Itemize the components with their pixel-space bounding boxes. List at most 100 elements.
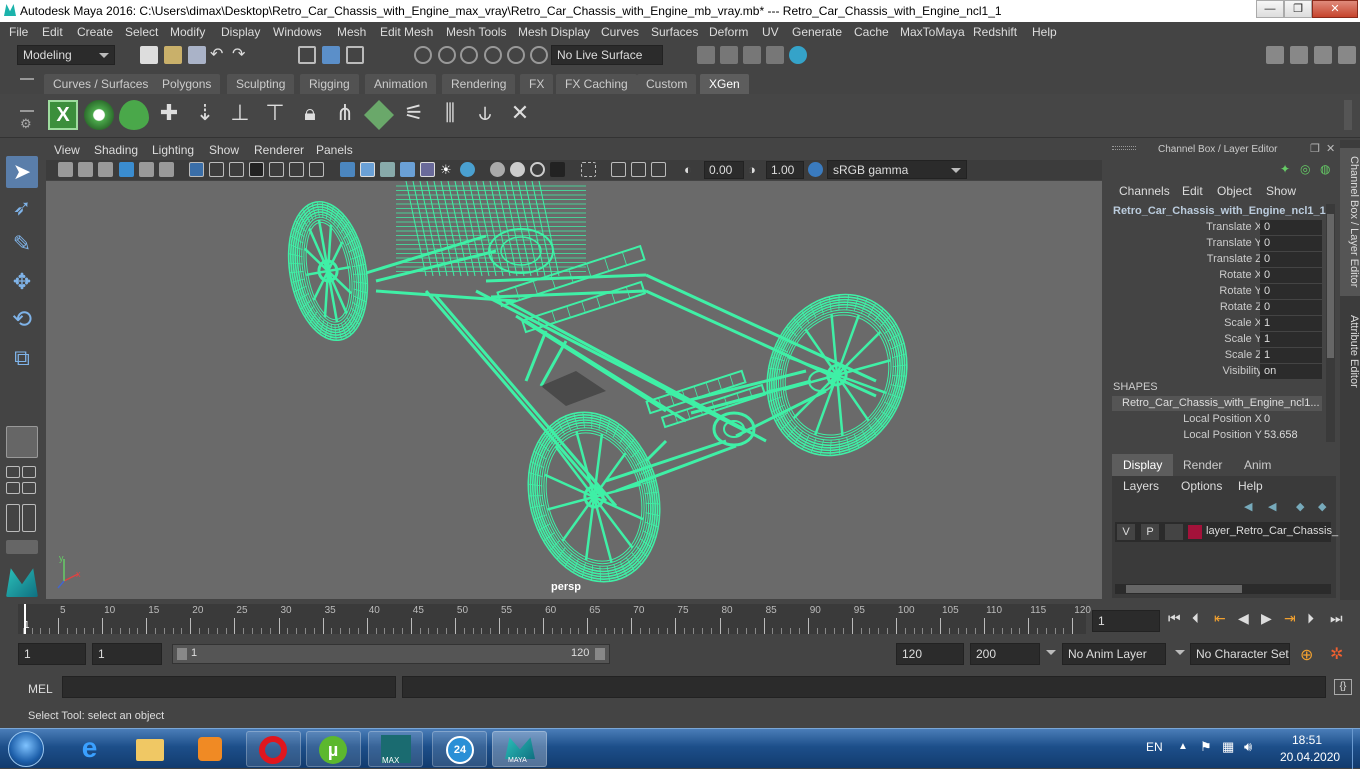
render-frame-icon[interactable] [720,46,738,64]
volume-icon[interactable]: 🔊︎ [1244,739,1252,755]
camera-attributes-icon[interactable] [78,162,93,177]
live-surface-field[interactable]: No Live Surface [551,45,663,65]
language-indicator[interactable]: EN [1146,740,1163,754]
menu-windows[interactable]: Windows [273,25,322,39]
xgen-clumping-icon[interactable]: ⫝ [470,100,500,130]
film-gate-icon[interactable] [209,162,224,177]
close-button[interactable]: ✕ [1312,0,1358,18]
bookmark-icon[interactable] [98,162,113,177]
snap-curve-icon[interactable] [438,46,456,64]
textured-icon[interactable] [400,162,415,177]
ipr-render-icon[interactable] [743,46,761,64]
toggle-attribute-editor-icon[interactable] [1290,46,1308,64]
isolate-select-icon[interactable] [581,162,596,177]
attr-value[interactable]: 0 [1260,220,1322,235]
menu-mesh-display[interactable]: Mesh Display [518,25,590,39]
layer-row[interactable]: V P layer_Retro_Car_Chassis_ [1115,522,1338,542]
command-input[interactable] [62,676,396,698]
viewport-menu-view[interactable]: View [54,143,80,157]
attr-value[interactable]: 0 [1260,412,1322,427]
menu-select[interactable]: Select [125,25,158,39]
smooth-shade-icon[interactable] [360,162,375,177]
layers-menu[interactable]: Layers [1123,479,1159,493]
xgen-select-guide-icon[interactable]: ⊤ [260,100,290,130]
mode-dropdown[interactable]: Modeling [17,45,115,65]
character-set-dropdown[interactable]: No Character Set [1190,643,1290,665]
attr-translate-x[interactable]: Translate X0 [1104,220,1326,236]
menu-generate[interactable]: Generate [792,25,842,39]
go-to-end-icon[interactable]: ⏭ [1330,610,1350,630]
hypershade-icon[interactable] [789,46,807,64]
field-chart-icon[interactable] [269,162,284,177]
layer-display-type-toggle[interactable] [1165,524,1183,540]
snap-surface-icon[interactable] [507,46,525,64]
safe-action-icon[interactable] [289,162,304,177]
two-d-pan-zoom-icon[interactable] [139,162,154,177]
resolution-gate-icon[interactable] [229,162,244,177]
step-back-icon[interactable]: ⏴ [1192,610,1212,630]
redo-icon[interactable]: ↷ [232,46,250,64]
grease-pencil-icon[interactable] [159,162,174,177]
clock-time[interactable]: 18:51 [1292,733,1322,747]
menu-maxtomaya[interactable]: MaxToMaya [900,25,965,39]
safe-title-icon[interactable] [309,162,324,177]
shelf-tab-sculpting[interactable]: Sculpting [227,74,295,94]
anim-layer-chevron-icon[interactable] [1046,650,1056,655]
attr-visibility[interactable]: Visibility on [1104,364,1326,380]
float-panel-icon[interactable]: ❐ [1310,142,1320,155]
scale-tool-icon[interactable]: ⧉ [6,342,38,374]
exposure-field[interactable]: 0.00 [704,161,744,179]
menu-mesh[interactable]: Mesh [337,25,366,39]
attr-scale-y[interactable]: Scale Y1 [1104,332,1326,348]
attr-value[interactable]: 1 [1260,316,1322,331]
xgen-window-icon[interactable]: X [48,100,78,130]
attr-value[interactable]: 0 [1260,252,1322,267]
close-panel-icon[interactable]: ✕ [1326,142,1335,155]
single-pane-layout-icon[interactable] [6,426,38,458]
shelf-options-icon[interactable] [20,78,34,80]
action-center-icon[interactable]: ⚑ [1200,739,1212,755]
playback-end-field[interactable]: 120 [896,643,964,665]
character-set-chevron-icon[interactable] [1175,650,1185,655]
save-scene-icon[interactable] [188,46,206,64]
go-to-start-icon[interactable]: ⏮ [1168,610,1188,630]
menu-edit[interactable]: Edit [42,25,63,39]
image-plane-icon[interactable] [119,162,134,177]
viewport-menu-shading[interactable]: Shading [94,143,138,157]
exposure-icon[interactable]: ◐ [684,162,699,177]
utorrent-icon[interactable]: µ [306,731,361,767]
xgen-move-guide-icon[interactable]: ⇣ [190,100,220,130]
menu-curves[interactable]: Curves [601,25,639,39]
select-tool-icon[interactable]: ➤ [6,156,38,188]
channels-menu[interactable]: Channels [1119,184,1170,198]
anti-aliasing-icon[interactable] [530,162,545,177]
rotate-tool-icon[interactable]: ⟲ [6,304,38,336]
start-button[interactable] [8,731,44,767]
perspective-viewport[interactable]: x y persp [46,181,1102,599]
move-tool-icon[interactable]: ✥ [6,266,38,298]
internet-explorer-icon[interactable]: e [62,731,117,767]
move-layer-down-icon[interactable]: ◀ [1268,500,1276,513]
end-time-field[interactable]: 200 [970,643,1040,665]
attr-local-position-x[interactable]: Local Position X0 [1104,412,1326,428]
color-space-dropdown[interactable]: sRGB gamma [827,160,967,179]
layout-options-icon[interactable] [22,504,36,532]
minimize-button[interactable]: — [1256,0,1284,18]
use-all-lights-icon[interactable]: ☀ [440,162,455,177]
maya-home-icon[interactable] [6,568,38,597]
menu-file[interactable]: File [9,25,28,39]
chevron-up-icon[interactable]: ▲ [1178,741,1188,752]
snap-view-plane-icon[interactable] [484,46,502,64]
channel-box-scroll-thumb[interactable] [1327,214,1334,358]
xray-joints-icon[interactable] [611,162,626,177]
shelf-tab-xgen[interactable]: XGen [700,74,749,94]
step-forward-icon[interactable]: ⏵ [1307,610,1327,630]
xgen-clear-preview-icon[interactable] [119,100,149,130]
custom-layout-icon[interactable] [6,504,20,532]
viewport-menu-show[interactable]: Show [209,143,239,157]
layer-tab-display[interactable]: Display [1112,454,1174,476]
xgen-add-icon[interactable]: ⊥ [225,100,255,130]
shelf-scrollbar[interactable] [1344,100,1352,130]
shelf-menu-icon[interactable] [20,110,34,112]
screen-space-ao-icon[interactable] [490,162,505,177]
